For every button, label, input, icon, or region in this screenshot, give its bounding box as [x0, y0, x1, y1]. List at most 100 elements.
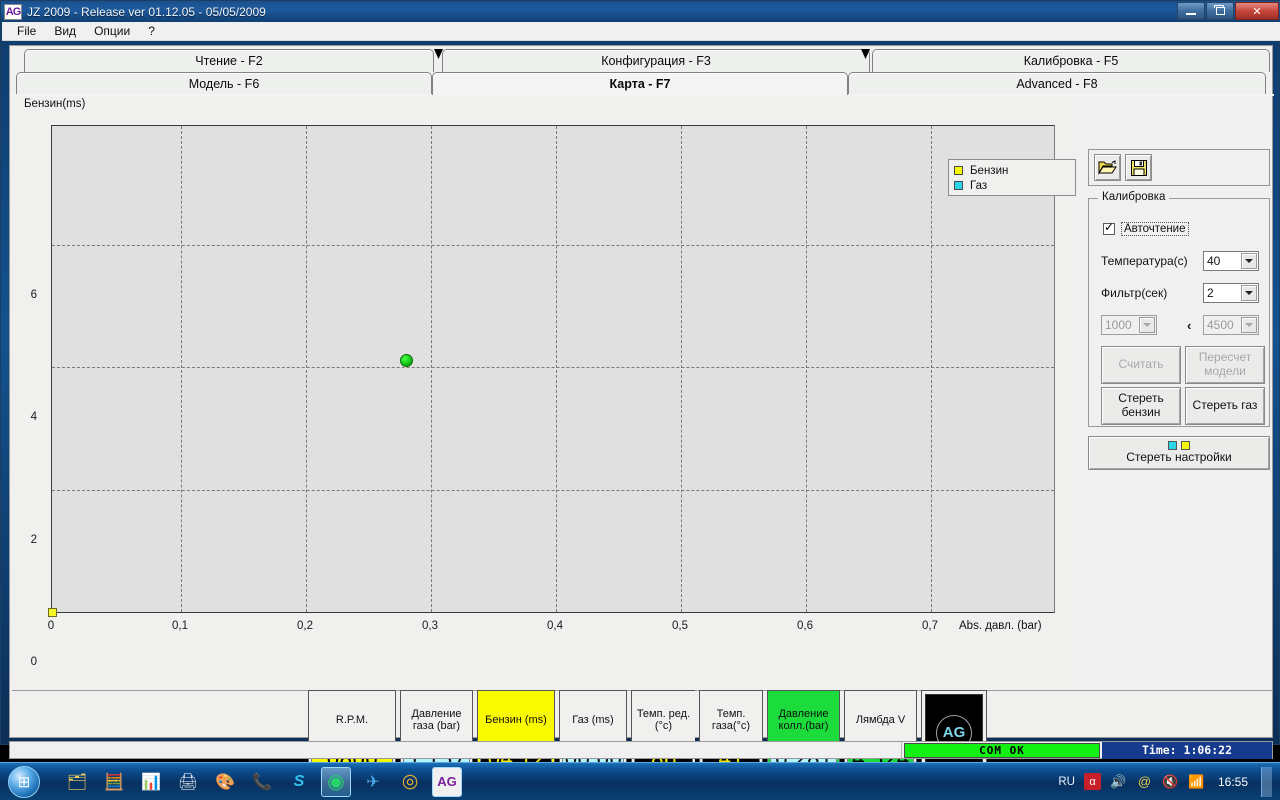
erase-gas-button[interactable]: Стереть газ [1185, 387, 1265, 425]
chart-legend: Бензин Газ [948, 159, 1076, 196]
chevron-down-icon [1241, 317, 1257, 333]
temperature-select[interactable]: 40 [1203, 251, 1259, 271]
calibration-sidebar: Калибровка Авточтение Температура(с) 40 [1080, 96, 1272, 688]
mail-icon[interactable]: @ [1136, 773, 1153, 790]
x-tick-0.5: 0,5 [672, 620, 688, 632]
chevron-down-icon[interactable] [1241, 253, 1257, 269]
legend-item-gaz: Газ [954, 178, 1070, 193]
legend-label-benzin: Бензин [970, 164, 1009, 177]
gridline-y-4 [52, 367, 1054, 368]
menu-item-file[interactable]: File [8, 22, 45, 40]
antivirus-icon[interactable]: α [1084, 773, 1101, 790]
gauge-bar: R.P.M. 0800 Давление газа (bar) 1,157 Бе… [12, 690, 1272, 775]
gridline-x-0.6 [806, 126, 807, 612]
x-tick-0.2: 0,2 [297, 620, 313, 632]
taskbar-item-chrome[interactable]: ◎ [395, 767, 425, 797]
gauge-gas-pressure-caption: Давление газа (bar) [411, 707, 462, 732]
taskbar-item-explorer[interactable]: 🗂 [62, 767, 92, 797]
minimize-button[interactable] [1177, 2, 1205, 20]
y-tick-0: 0 [30, 656, 37, 668]
taskbar-item-whatsapp[interactable]: ◉ [321, 766, 351, 797]
menu-item-view[interactable]: Вид [45, 22, 85, 40]
autoread-label: Авточтение [1121, 222, 1189, 236]
start-button[interactable]: ⊞ [2, 765, 46, 799]
gauge-gas-temp-caption: Темп. газа(°c) [711, 707, 751, 732]
autoread-checkbox[interactable] [1103, 220, 1115, 235]
brand-logo-inner: AG [925, 694, 983, 771]
volume-icon[interactable]: 🔊 [1110, 773, 1127, 790]
minimize-icon [1186, 12, 1196, 15]
tab-kalibrovka-f5[interactable]: Калибровка - F5 [872, 49, 1270, 72]
file-toolbar [1088, 149, 1270, 186]
open-file-button[interactable] [1094, 154, 1121, 181]
gauge-manifold-pressure-caption: Давление колл.(bar) [778, 707, 829, 732]
legend-item-benzin: Бензин [954, 163, 1070, 178]
gridline-x-0.2 [306, 126, 307, 612]
com-status-badge: COM OK [904, 742, 1100, 758]
swatch-gaz-icon [1168, 441, 1177, 451]
taskbar-clock[interactable]: 16:55 [1214, 775, 1252, 789]
client-area: Чтение - F2 Конфигурация - F3 Калибровка… [9, 45, 1274, 775]
taskbar-item-spreadsheet[interactable]: 📊 [136, 767, 166, 797]
data-point-origin[interactable] [48, 608, 57, 617]
save-file-button[interactable] [1125, 154, 1152, 181]
title-bar: AG JZ 2009 - Release ver 01.12.05 - 05/0… [1, 1, 1280, 22]
x-tick-0.7: 0,7 [922, 620, 938, 632]
y-tick-4: 4 [30, 411, 37, 423]
taskbar-item-ag-app[interactable]: AG [432, 766, 462, 797]
show-desktop-button[interactable] [1261, 766, 1272, 797]
tab-karta-f7[interactable]: Карта - F7 [432, 72, 848, 95]
swatch-benzin-icon [1181, 441, 1190, 451]
tab-model-f6[interactable]: Модель - F6 [16, 72, 432, 95]
taskbar-item-skype[interactable]: S [284, 767, 314, 797]
taskbar-item-paint[interactable]: 🎨 [210, 767, 240, 797]
chevron-down-icon[interactable] [1241, 285, 1257, 301]
taskbar-item-messenger[interactable]: ✈ [358, 767, 388, 797]
filter-row: Фильтр(сек) 2 [1101, 283, 1259, 303]
tab-konfiguracia-f3[interactable]: Конфигурация - F3 [442, 49, 870, 72]
rpm-range-row: 1000 ‹ 4500 [1101, 315, 1259, 335]
taskbar-item-viber[interactable]: 📞 [247, 767, 277, 797]
x-tick-0.6: 0,6 [797, 620, 813, 632]
gridline-x-0.4 [556, 126, 557, 612]
gauge-gas-ms-caption: Газ (ms) [572, 713, 614, 726]
chart-plot-area[interactable] [48, 125, 1055, 617]
window-title: JZ 2009 - Release ver 01.12.05 - 05/05/2… [27, 4, 266, 19]
session-time-badge: Time: 1:06:22 [1102, 741, 1272, 759]
maximize-button[interactable] [1206, 2, 1234, 20]
gridline-x-0.1 [181, 126, 182, 612]
filter-value: 2 [1207, 286, 1214, 300]
window-controls: ✕ [1177, 2, 1279, 20]
filter-select[interactable]: 2 [1203, 283, 1259, 303]
legend-swatch-benzin [954, 166, 963, 175]
network-icon[interactable]: 📶 [1188, 773, 1205, 790]
floppy-save-icon [1130, 159, 1147, 176]
mute-icon[interactable]: 🔇 [1162, 773, 1179, 790]
map-chart-panel: Бензин(ms) 6 4 2 0 0 0,1 0,2 0,3 0,4 0,5… [12, 96, 1074, 688]
close-button[interactable]: ✕ [1235, 2, 1279, 20]
menu-item-help[interactable]: ? [139, 22, 164, 40]
tray-language[interactable]: RU [1058, 776, 1075, 788]
erase-settings-button[interactable]: Стереть настройки [1088, 436, 1270, 470]
gridline-y-6 [52, 245, 1054, 246]
gauge-petrol-ms-caption: Бензин (ms) [485, 713, 547, 726]
gridline-y-2 [52, 490, 1054, 491]
erase-settings-swatches [1168, 441, 1190, 451]
x-tick-0.1: 0,1 [172, 620, 188, 632]
erase-petrol-button[interactable]: Стереть бензин [1101, 387, 1181, 425]
taskbar-item-printer[interactable]: 🖨 [173, 767, 203, 797]
taskbar-item-calculator[interactable]: 🧮 [99, 767, 129, 797]
chevron-down-icon [1139, 317, 1155, 333]
taskbar-items: 🗂 🧮 📊 🖨 🎨 📞 S ◉ ✈ ◎ AG [62, 766, 462, 797]
data-point-current[interactable] [400, 354, 413, 367]
temperature-label: Температура(с) [1101, 254, 1188, 268]
autoread-row[interactable]: Авточтение [1103, 220, 1189, 236]
tab-chtenie-f2[interactable]: Чтение - F2 [24, 49, 434, 72]
x-tick-0: 0 [47, 620, 55, 632]
y-tick-2: 2 [30, 534, 37, 546]
gridline-x-0.3 [431, 126, 432, 612]
menu-item-options[interactable]: Опции [85, 22, 139, 40]
tab-advanced-f8[interactable]: Advanced - F8 [848, 72, 1266, 95]
chart-x-axis-title: Abs. давл. (bar) [959, 620, 1042, 632]
filter-label: Фильтр(сек) [1101, 286, 1168, 300]
